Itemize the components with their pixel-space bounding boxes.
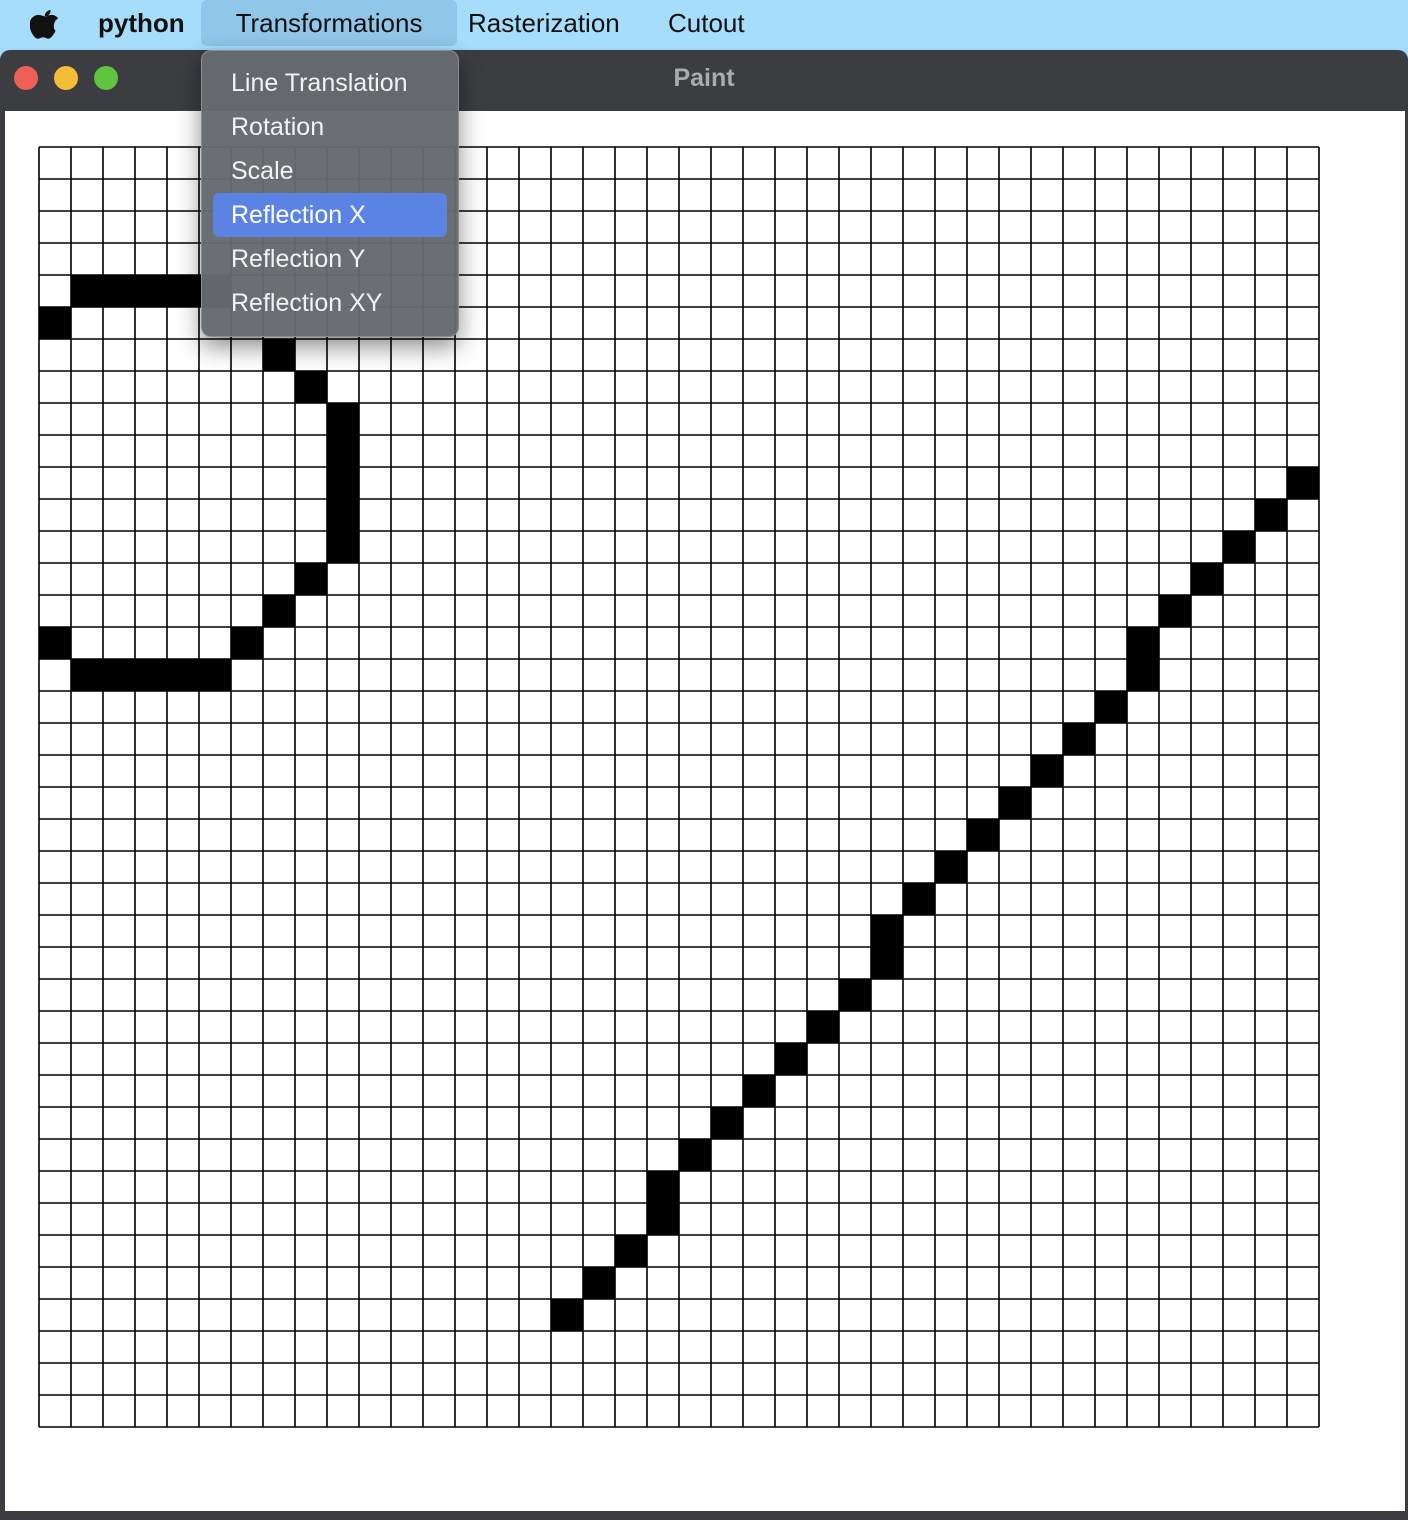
filled-pixel[interactable] [647, 1203, 679, 1235]
filled-pixel[interactable] [647, 1171, 679, 1203]
filled-pixel[interactable] [1255, 499, 1287, 531]
menu-item-reflection-xy[interactable]: Reflection XY [213, 281, 447, 325]
filled-pixel[interactable] [295, 563, 327, 595]
filled-pixel[interactable] [39, 627, 71, 659]
filled-pixel[interactable] [807, 1011, 839, 1043]
filled-pixel[interactable] [967, 819, 999, 851]
filled-pixel[interactable] [39, 307, 71, 339]
transformations-dropdown: Line Translation Rotation Scale Reflecti… [201, 50, 459, 337]
apple-menu-icon[interactable] [30, 8, 60, 40]
filled-pixel[interactable] [167, 659, 199, 691]
filled-pixel[interactable] [263, 339, 295, 371]
filled-pixel[interactable] [839, 979, 871, 1011]
filled-pixel[interactable] [1127, 627, 1159, 659]
menu-item-line-translation[interactable]: Line Translation [213, 61, 447, 105]
filled-pixel[interactable] [903, 883, 935, 915]
filled-pixel[interactable] [135, 659, 167, 691]
filled-pixel[interactable] [1095, 691, 1127, 723]
filled-pixel[interactable] [743, 1075, 775, 1107]
app-menu[interactable]: python [98, 0, 185, 46]
filled-pixel[interactable] [327, 435, 359, 467]
filled-pixel[interactable] [231, 627, 263, 659]
filled-pixel[interactable] [775, 1043, 807, 1075]
filled-pixel[interactable] [615, 1235, 647, 1267]
menu-bar: python Transformations Rasterization Cut… [0, 0, 1408, 48]
filled-pixel[interactable] [551, 1299, 583, 1331]
filled-pixel[interactable] [295, 371, 327, 403]
filled-pixel[interactable] [71, 275, 103, 307]
filled-pixel[interactable] [1063, 723, 1095, 755]
filled-pixel[interactable] [263, 595, 295, 627]
menu-item-reflection-x[interactable]: Reflection X [213, 193, 447, 237]
filled-pixel[interactable] [71, 659, 103, 691]
filled-pixel[interactable] [871, 915, 903, 947]
filled-pixel[interactable] [679, 1139, 711, 1171]
filled-pixel[interactable] [1223, 531, 1255, 563]
filled-pixel[interactable] [1191, 563, 1223, 595]
filled-pixel[interactable] [583, 1267, 615, 1299]
menu-item-reflection-y[interactable]: Reflection Y [213, 237, 447, 281]
filled-pixel[interactable] [1127, 659, 1159, 691]
filled-pixel[interactable] [327, 467, 359, 499]
filled-pixel[interactable] [711, 1107, 743, 1139]
filled-pixel[interactable] [327, 531, 359, 563]
menu-cutout[interactable]: Cutout [668, 0, 745, 46]
menu-item-scale[interactable]: Scale [213, 149, 447, 193]
filled-pixel[interactable] [327, 403, 359, 435]
filled-pixel[interactable] [871, 947, 903, 979]
filled-pixel[interactable] [327, 499, 359, 531]
filled-pixel[interactable] [167, 275, 199, 307]
menu-transformations[interactable]: Transformations [201, 0, 457, 46]
menu-item-rotation[interactable]: Rotation [213, 105, 447, 149]
filled-pixel[interactable] [1159, 595, 1191, 627]
filled-pixel[interactable] [135, 275, 167, 307]
filled-pixel[interactable] [1031, 755, 1063, 787]
filled-pixel[interactable] [1287, 467, 1319, 499]
filled-pixel[interactable] [199, 659, 231, 691]
filled-pixel[interactable] [999, 787, 1031, 819]
filled-pixel[interactable] [935, 851, 967, 883]
filled-pixel[interactable] [103, 659, 135, 691]
menu-rasterization[interactable]: Rasterization [468, 0, 620, 46]
filled-pixel[interactable] [103, 275, 135, 307]
grid-lines [38, 146, 1320, 1428]
